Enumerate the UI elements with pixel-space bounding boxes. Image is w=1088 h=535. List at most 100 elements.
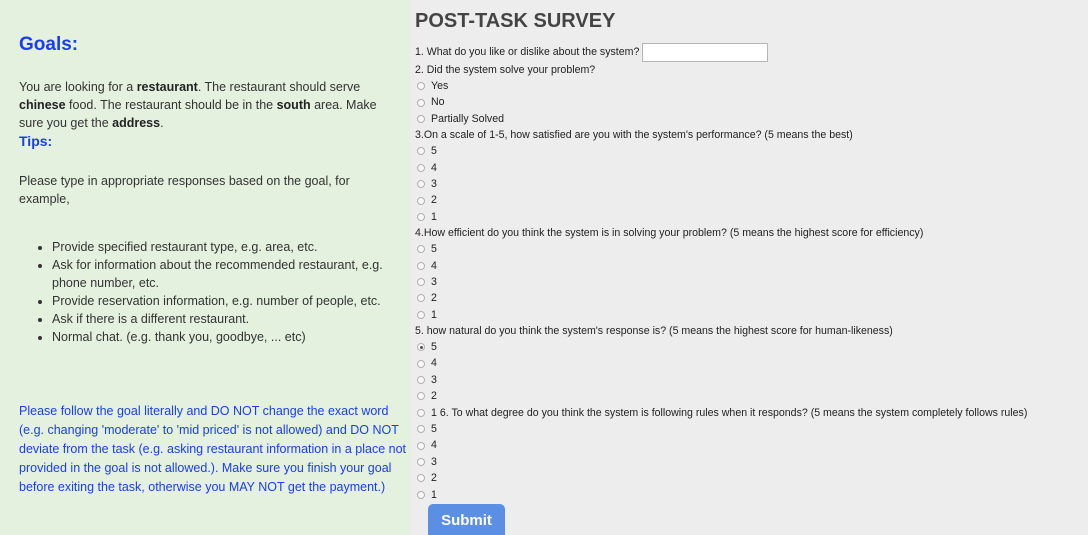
question-4-option-label: 4 [431, 259, 437, 272]
question-6-option-label: 4 [431, 439, 437, 452]
question-3-option-label: 5 [431, 145, 437, 158]
goals-panel: Goals: You are looking for a restaurant.… [0, 0, 411, 535]
question-4-option: 1 [415, 307, 1088, 323]
goals-title: Goals: [19, 34, 79, 55]
question-4-option-label: 5 [431, 243, 437, 256]
question-4-option-label: 1 [431, 308, 437, 321]
question-3-option: 4 [415, 160, 1088, 176]
question-6-radio[interactable] [417, 441, 425, 450]
question-3-option: 5 [415, 143, 1088, 159]
question-5-option: 1 6. To what degree do you think the syst… [415, 405, 1088, 421]
question-4-option-label: 3 [431, 275, 437, 288]
question-3-option: 1 [415, 209, 1088, 225]
question-6-option-label: 2 [431, 472, 437, 485]
question-2-option-label: Yes [431, 80, 449, 92]
question-5-radio[interactable] [417, 359, 425, 368]
tip-item: Ask for information about the recommende… [52, 256, 403, 292]
question-1-label: 1. What do you like or dislike about the… [415, 46, 640, 58]
question-5-radio[interactable] [417, 343, 425, 352]
question-5-option-label: 5 [431, 341, 437, 354]
question-4-radio[interactable] [417, 261, 425, 270]
question-2-radio[interactable] [417, 98, 425, 107]
goal-keyword-area: south [276, 98, 311, 112]
question-4-radio[interactable] [417, 294, 425, 303]
tip-item: Provide reservation information, e.g. nu… [52, 292, 403, 310]
tip-item: Ask if there is a different restaurant. [52, 310, 403, 328]
question-4-radio[interactable] [417, 310, 425, 319]
tip-item: Normal chat. (e.g. thank you, goodbye, .… [52, 328, 403, 346]
question-5-options: 5 4 3 2 1 6. To what degree do you think the … [415, 339, 1088, 421]
question-6-option-label: 3 [431, 455, 437, 468]
question-5-option: 3 [415, 372, 1088, 388]
question-5-label: 5. how natural do you think the system's… [415, 325, 893, 338]
question-4-option: 5 [415, 241, 1088, 257]
question-5-option: 5 [415, 339, 1088, 355]
question-4-options: 5 4 3 2 1 [415, 241, 1088, 323]
question-6-options: 5 4 3 2 1 [415, 421, 1088, 503]
question-6-option: 2 [415, 470, 1088, 486]
question-3-option-label: 2 [431, 194, 437, 207]
tips-list: Provide specified restaurant type, e.g. … [52, 238, 403, 346]
goal-keyword-food: chinese [19, 98, 66, 112]
tips-title: Tips: [19, 133, 53, 149]
question-6-radio[interactable] [417, 490, 425, 499]
question-5-option-label: 4 [431, 357, 437, 370]
question-2-label: 2. Did the system solve your problem? [415, 64, 596, 76]
question-3-radio[interactable] [417, 163, 425, 172]
question-4-label: 4.How efficient do you think the system … [415, 227, 924, 240]
question-2-option: Yes [415, 78, 1088, 94]
question-3-radio[interactable] [417, 180, 425, 189]
question-2-option-label: Partially Solved [431, 112, 505, 125]
question-2-radio[interactable] [417, 114, 425, 123]
question-2-radio[interactable] [417, 82, 425, 91]
question-6-radio[interactable] [417, 458, 425, 466]
question-3-option: 3 [415, 176, 1088, 192]
question-3-radio[interactable] [417, 212, 425, 221]
question-2-option-label: No [431, 96, 445, 109]
question-6-radio[interactable] [417, 474, 425, 483]
question-4-option: 2 [415, 290, 1088, 306]
question-3-option-label: 1 [431, 210, 437, 223]
goal-keyword-address: address [112, 116, 161, 130]
question-4-option: 3 [415, 274, 1088, 290]
question-6-option: 5 [415, 421, 1088, 437]
question-6-option-label: 5 [431, 423, 437, 436]
question-3-option-label: 4 [431, 161, 437, 174]
question-1: 1. What do you like or dislike about the… [415, 42, 1088, 62]
question-3-radio[interactable] [417, 196, 425, 205]
goal-keyword-restaurant: restaurant [136, 80, 198, 94]
question-5-option-label: 1 [431, 406, 437, 419]
survey-panel: POST-TASK SURVEY 1. What do you like or … [411, 0, 1088, 535]
question-5-option: 2 [415, 388, 1088, 404]
question-3-label: 3.On a scale of 1-5, how satisfied are y… [415, 129, 853, 142]
question-6-radio[interactable] [417, 425, 425, 434]
submit-button[interactable]: Submit [428, 504, 505, 535]
question-5-radio[interactable] [417, 376, 425, 385]
question-4-option-label: 2 [431, 292, 437, 305]
warning-text: Please follow the goal literally and DO … [19, 404, 407, 494]
question-1-textarea[interactable] [642, 42, 769, 62]
question-5-option-label: 2 [431, 390, 437, 403]
question-3-option-label: 3 [431, 177, 437, 190]
question-2-option: Partially Solved [415, 111, 1088, 127]
tip-item: Provide specified restaurant type, e.g. … [52, 238, 403, 256]
tips-intro: Please type in appropriate responses bas… [19, 174, 350, 206]
question-5-option: 4 [415, 355, 1088, 371]
question-6-label: 6. To what degree do you think the syste… [439, 406, 1028, 419]
question-5-radio[interactable] [417, 408, 425, 417]
question-3-option: 2 [415, 192, 1088, 208]
question-5-radio[interactable] [417, 392, 425, 401]
question-6-option-label: 1 [431, 488, 437, 501]
question-4-radio[interactable] [417, 245, 425, 254]
question-3-radio[interactable] [417, 147, 425, 156]
question-4-option: 4 [415, 258, 1088, 274]
question-2-option: No [415, 94, 1088, 110]
question-6-option: 3 [415, 454, 1088, 470]
question-5-option-label: 3 [431, 373, 437, 386]
survey-title: POST-TASK SURVEY [415, 10, 616, 32]
question-6-option: 4 [415, 437, 1088, 453]
question-3-options: 5 4 3 2 1 [415, 143, 1088, 225]
question-4-radio[interactable] [417, 278, 425, 287]
goal-description: You are looking for a restaurant. The re… [19, 80, 377, 130]
question-6-option: 1 [415, 487, 1088, 503]
